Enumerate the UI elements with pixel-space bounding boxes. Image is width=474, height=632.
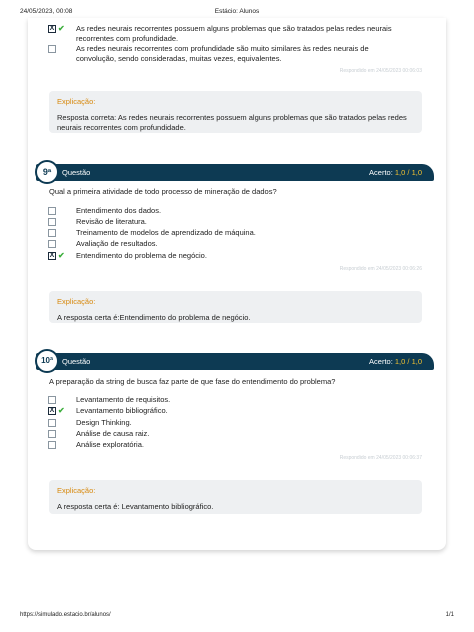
explanation-label: Explicação: — [57, 97, 96, 106]
checkbox-icon[interactable] — [48, 218, 56, 226]
question-header-9: 9ª Questão Acerto: 1,0 / 1,0 — [35, 160, 434, 184]
explanation-box: Explicação: Resposta correta: As redes n… — [49, 91, 422, 133]
correct-check-icon: ✔ — [58, 251, 65, 260]
print-footer: https://simulado.estacio.br/alunos/ 1/1 — [20, 612, 454, 622]
score-value: 1,0 / 1,0 — [394, 357, 422, 366]
checkbox-icon[interactable] — [48, 229, 56, 237]
question-header-10: 10ª Questão Acerto: 1,0 / 1,0 — [35, 349, 434, 373]
q10-option-4[interactable]: Análise de causa raiz. — [48, 429, 406, 439]
score-label: Acerto: — [369, 168, 393, 177]
question-label: Questão — [62, 357, 91, 366]
option-text: Treinamento de modelos de aprendizado de… — [76, 228, 256, 237]
question-number: 9ª — [35, 160, 59, 184]
option-text: Revisão de literatura. — [76, 217, 147, 226]
print-header: 24/05/2023, 00:08 Estácio: Alunos — [20, 8, 454, 18]
checkbox-icon[interactable] — [48, 45, 56, 53]
checkbox-icon[interactable] — [48, 240, 56, 248]
correct-check-icon: ✔ — [58, 24, 65, 33]
print-title: Estácio: Alunos — [214, 8, 260, 15]
checkbox-icon[interactable] — [48, 419, 56, 427]
checked-box-icon[interactable]: X — [48, 407, 56, 415]
q10-option-5[interactable]: Análise exploratória. — [48, 440, 406, 450]
question-number: 10ª — [35, 349, 59, 373]
score: Acerto: 1,0 / 1,0 — [369, 168, 422, 177]
answered-timestamp: Respondido em 24/05/2023 00:06:26 — [339, 266, 422, 272]
checkbox-icon[interactable] — [48, 430, 56, 438]
q10-option-2[interactable]: X ✔ Levantamento bibliográfico. — [48, 406, 406, 416]
explanation-text: A resposta certa é: Levantamento bibliog… — [57, 502, 214, 511]
answered-timestamp: Respondido em 24/05/2023 00:06:37 — [339, 455, 422, 461]
option-text: Avaliação de resultados. — [76, 239, 158, 248]
checkbox-icon[interactable] — [48, 207, 56, 215]
option-text: As redes neurais recorrentes possuem alg… — [76, 24, 392, 43]
explanation-text: Resposta correta: As redes neurais recor… — [57, 113, 407, 132]
q10-option-1[interactable]: Levantamento de requisitos. — [48, 395, 406, 405]
q8-option-2[interactable]: As redes neurais recorrentes com profund… — [48, 44, 406, 63]
option-text: Design Thinking. — [76, 418, 132, 427]
option-text: Entendimento dos dados. — [76, 206, 162, 215]
explanation-text: A resposta certa é:Entendimento do probl… — [57, 313, 251, 322]
q10-option-3[interactable]: Design Thinking. — [48, 418, 406, 428]
option-text: Entendimento do problema de negócio. — [76, 251, 207, 260]
answered-timestamp: Respondido em 24/05/2023 00:06:03 — [339, 68, 422, 74]
option-text: Análise de causa raiz. — [76, 429, 150, 438]
q9-option-3[interactable]: Treinamento de modelos de aprendizado de… — [48, 228, 406, 238]
option-text: As redes neurais recorrentes com profund… — [76, 44, 369, 63]
explanation-label: Explicação: — [57, 297, 96, 306]
q9-option-2[interactable]: Revisão de literatura. — [48, 217, 406, 227]
explanation-label: Explicação: — [57, 486, 96, 495]
print-page-count: 1/1 — [445, 612, 454, 618]
checkbox-icon[interactable] — [48, 396, 56, 404]
q8-option-1[interactable]: X ✔ As redes neurais recorrentes possuem… — [48, 24, 396, 43]
option-text: Levantamento bibliográfico. — [76, 406, 168, 415]
question-text: Qual a primeira atividade de todo proces… — [49, 187, 277, 196]
option-text: Levantamento de requisitos. — [76, 395, 171, 404]
print-url: https://simulado.estacio.br/alunos/ — [20, 612, 111, 618]
score-label: Acerto: — [369, 357, 393, 366]
option-text: Análise exploratória. — [76, 440, 144, 449]
question-text: A preparação da string de busca faz part… — [49, 377, 336, 386]
checked-box-icon[interactable]: X — [48, 25, 56, 33]
checkbox-icon[interactable] — [48, 441, 56, 449]
explanation-box: Explicação: A resposta certa é:Entendime… — [49, 291, 422, 323]
question-label: Questão — [62, 168, 91, 177]
checked-box-icon[interactable]: X — [48, 252, 56, 260]
score: Acerto: 1,0 / 1,0 — [369, 357, 422, 366]
explanation-box: Explicação: A resposta certa é: Levantam… — [49, 480, 422, 514]
correct-check-icon: ✔ — [58, 406, 65, 415]
q9-option-4[interactable]: Avaliação de resultados. — [48, 239, 406, 249]
score-value: 1,0 / 1,0 — [394, 168, 422, 177]
q9-option-1[interactable]: Entendimento dos dados. — [48, 206, 406, 216]
q9-option-5[interactable]: X ✔ Entendimento do problema de negócio. — [48, 251, 406, 261]
